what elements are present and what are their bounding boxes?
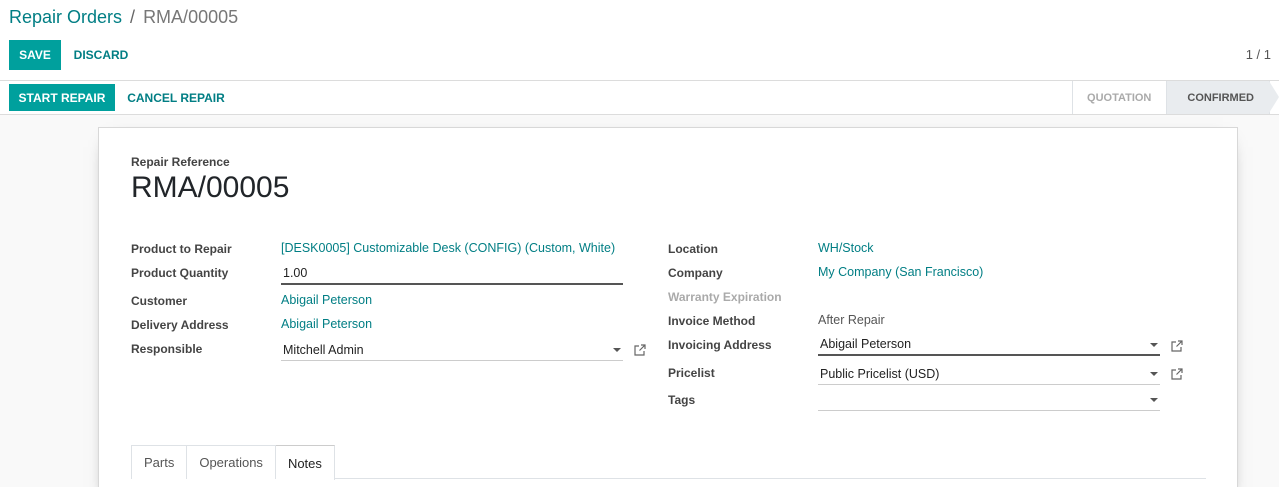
notebook-tabs: Parts Operations Notes xyxy=(131,445,1206,480)
pager-value[interactable]: 1 / 1 xyxy=(1246,47,1271,62)
tab-notes[interactable]: Notes xyxy=(275,445,335,480)
external-link-icon[interactable] xyxy=(633,343,647,357)
save-button[interactable]: SAVE xyxy=(9,40,61,70)
repair-reference-label: Repair Reference xyxy=(131,155,230,169)
responsible-label: Responsible xyxy=(131,342,203,356)
product-field[interactable]: [DESK0005] Customizable Desk (CONFIG) (C… xyxy=(281,241,615,255)
delivery-address-field[interactable]: Abigail Peterson xyxy=(281,317,372,331)
status-steps: QUOTATION CONFIRMED xyxy=(1072,81,1279,114)
caret-down-icon xyxy=(1150,398,1158,402)
product-label: Product to Repair xyxy=(131,242,232,256)
status-step-confirmed[interactable]: CONFIRMED xyxy=(1166,81,1279,114)
company-label: Company xyxy=(668,266,723,280)
breadcrumb-separator: / xyxy=(130,7,136,27)
breadcrumb-current: RMA/00005 xyxy=(143,7,239,27)
caret-down-icon xyxy=(1150,343,1158,347)
location-label: Location xyxy=(668,242,718,256)
customer-label: Customer xyxy=(131,294,188,308)
caret-down-icon xyxy=(1150,372,1158,376)
invoicing-address-value: Abigail Peterson xyxy=(820,337,912,351)
quantity-input[interactable]: 1.00 xyxy=(281,263,623,285)
start-repair-button[interactable]: START REPAIR xyxy=(9,84,115,111)
repair-reference-title: RMA/00005 xyxy=(131,171,290,204)
external-link-icon[interactable] xyxy=(1170,367,1184,381)
company-field[interactable]: My Company (San Francisco) xyxy=(818,265,983,279)
breadcrumb-repair-orders[interactable]: Repair Orders xyxy=(9,7,122,28)
discard-button[interactable]: DISCARD xyxy=(68,40,134,70)
invoice-method-label: Invoice Method xyxy=(668,314,756,328)
customer-field[interactable]: Abigail Peterson xyxy=(281,293,372,307)
location-field[interactable]: WH/Stock xyxy=(818,241,874,255)
quantity-label: Product Quantity xyxy=(131,266,229,280)
statusbar: START REPAIR CANCEL REPAIR QUOTATION CON… xyxy=(0,81,1279,115)
responsible-value: Mitchell Admin xyxy=(283,342,364,357)
invoicing-address-label: Invoicing Address xyxy=(668,338,772,352)
cancel-repair-button[interactable]: CANCEL REPAIR xyxy=(122,84,230,111)
form-sheet: Repair Reference RMA/00005 Product to Re… xyxy=(98,127,1238,487)
tags-select[interactable] xyxy=(818,389,1160,411)
pricelist-value: Public Pricelist (USD) xyxy=(820,366,940,381)
status-step-quotation[interactable]: QUOTATION xyxy=(1072,81,1166,114)
tab-operations[interactable]: Operations xyxy=(187,445,276,479)
responsible-select[interactable]: Mitchell Admin xyxy=(281,339,623,361)
invoicing-address-select[interactable]: Abigail Peterson xyxy=(818,334,1160,356)
warranty-expiration-label: Warranty Expiration xyxy=(668,290,782,304)
delivery-address-label: Delivery Address xyxy=(131,318,229,332)
tags-label: Tags xyxy=(668,393,696,407)
external-link-icon[interactable] xyxy=(1170,339,1184,353)
control-panel: Repair Orders / RMA/00005 SAVE DISCARD 1… xyxy=(0,0,1279,81)
pricelist-select[interactable]: Public Pricelist (USD) xyxy=(818,363,1160,385)
breadcrumb: Repair Orders / RMA/00005 xyxy=(9,7,238,28)
tab-parts[interactable]: Parts xyxy=(131,445,188,479)
pricelist-label: Pricelist xyxy=(668,366,715,380)
invoice-method-value: After Repair xyxy=(818,313,885,327)
caret-down-icon xyxy=(613,348,621,352)
